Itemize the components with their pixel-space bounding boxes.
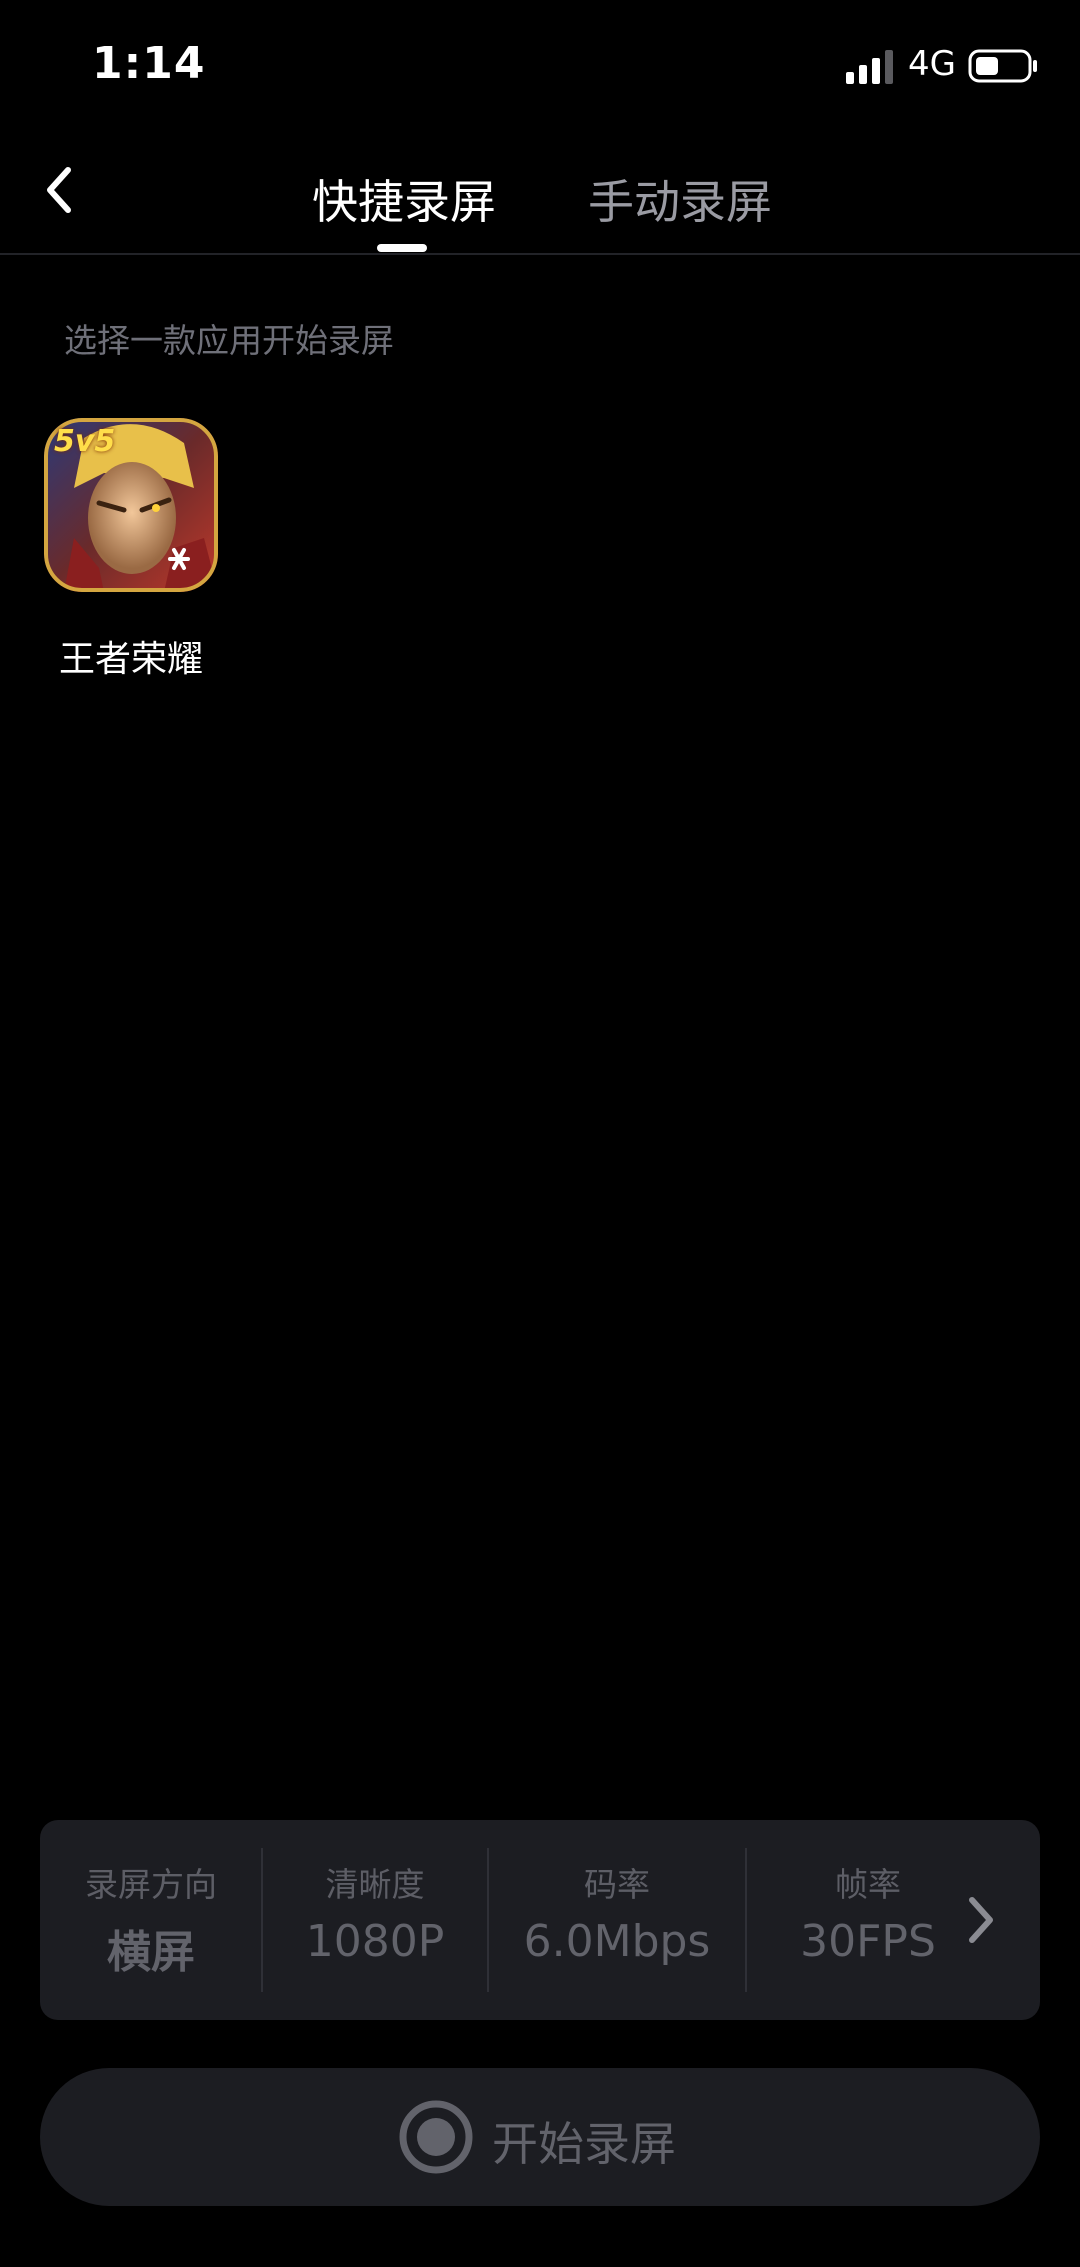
setting-framerate[interactable]: 帧率 30FPS (746, 1820, 990, 2020)
record-settings-panel[interactable]: 录屏方向 横屏 清晰度 1080P 码率 6.0Mbps 帧率 30FPS (40, 1820, 1040, 2020)
setting-value: 30FPS (800, 1916, 936, 1967)
back-arrow-icon[interactable] (40, 160, 80, 220)
setting-value: 6.0Mbps (523, 1916, 711, 1967)
app-badge: 5v5 (54, 424, 116, 459)
battery-icon (968, 49, 1037, 83)
setting-orientation[interactable]: 录屏方向 横屏 (40, 1820, 262, 2020)
tab-manual-record[interactable]: 手动录屏 (588, 166, 772, 232)
setting-label: 帧率 (835, 1865, 901, 1904)
network-type: 4G (908, 44, 956, 84)
active-tab-indicator (377, 244, 427, 252)
setting-value: 横屏 (107, 1927, 195, 1978)
setting-bitrate[interactable]: 码率 6.0Mbps (488, 1820, 746, 2020)
status-bar: 1:14 4G (0, 0, 1080, 130)
status-time: 1:14 (92, 38, 206, 89)
setting-value: 1080P (305, 1916, 445, 1967)
record-icon (399, 2100, 473, 2174)
tab-quick-record[interactable]: 快捷录屏 (312, 166, 496, 232)
start-recording-label: 开始录屏 (492, 2117, 676, 2171)
setting-label: 录屏方向 (85, 1865, 217, 1904)
chevron-right-icon[interactable] (960, 1890, 1000, 1950)
app-name[interactable]: 王者荣耀 (44, 630, 218, 682)
select-app-hint: 选择一款应用开始录屏 (64, 321, 394, 360)
start-recording-button[interactable]: 开始录屏 (40, 2068, 1040, 2206)
top-nav: 快捷录屏 手动录屏 (0, 130, 1080, 255)
setting-label: 清晰度 (325, 1865, 425, 1904)
setting-resolution[interactable]: 清晰度 1080P (262, 1820, 488, 2020)
setting-label: 码率 (584, 1865, 650, 1904)
app-tile[interactable]: 5v5 王者荣耀 (44, 418, 224, 682)
screen: 1:14 4G 快捷录屏 手动录屏 选择一款应用开始录屏 5v5 王者荣耀 录屏… (0, 0, 1080, 2267)
cellular-signal-icon (846, 50, 893, 84)
